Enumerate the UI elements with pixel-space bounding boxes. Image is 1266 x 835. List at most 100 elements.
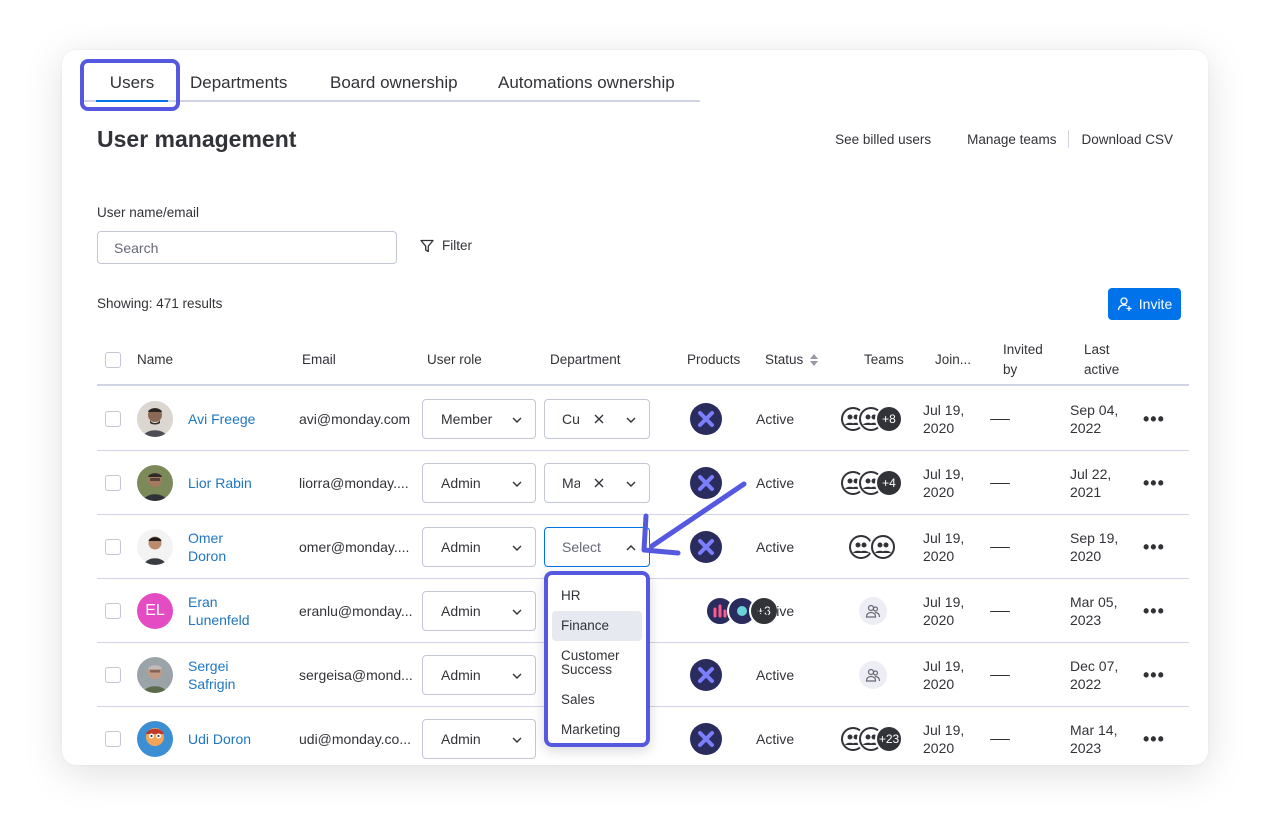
no-team-icon — [859, 597, 887, 625]
user-role-select[interactable]: Admin — [422, 719, 536, 759]
manage-teams-link[interactable]: Manage teams — [967, 132, 1056, 147]
teams-stack[interactable]: +8 — [839, 387, 903, 451]
invited-by-empty — [990, 738, 1010, 740]
avatar-initials: EL — [137, 593, 173, 629]
user-email: liorra@monday.... — [299, 475, 409, 491]
row-checkbox[interactable] — [105, 475, 121, 491]
row-checkbox[interactable] — [105, 731, 121, 747]
teams-stack[interactable]: +23 — [839, 707, 903, 765]
department-select[interactable]: Cus — [544, 399, 650, 439]
chevron-down-icon — [626, 417, 636, 423]
user-role-select[interactable]: Admin — [422, 527, 536, 567]
last-active-date: Sep 04, 2022 — [1070, 402, 1119, 436]
department-dropdown-menu: HR Finance Customer Success Sales Market… — [544, 571, 650, 747]
user-role-value: Admin — [441, 667, 481, 683]
results-count: Showing: 471 results — [97, 296, 223, 311]
invited-by-empty — [990, 482, 1010, 484]
joined-date: Jul 19, 2020 — [923, 722, 965, 756]
dropdown-option-finance[interactable]: Finance — [552, 611, 642, 641]
user-role-select[interactable]: Member — [422, 399, 536, 439]
row-checkbox[interactable] — [105, 539, 121, 555]
user-role-select[interactable]: Admin — [422, 655, 536, 695]
more-actions-icon[interactable]: ••• — [1143, 729, 1165, 750]
status-text: Active — [756, 475, 795, 491]
header-status[interactable]: Status — [765, 334, 819, 386]
search-label: User name/email — [97, 205, 200, 220]
dropdown-option-sales[interactable]: Sales — [548, 685, 646, 715]
user-role-value: Admin — [441, 731, 481, 747]
department-value: Ma — [562, 475, 580, 491]
teams-stack[interactable] — [847, 515, 897, 579]
joined-date: Jul 19, 2020 — [923, 466, 965, 500]
user-photo-icon — [137, 529, 173, 565]
header-user-role[interactable]: User role — [427, 334, 482, 386]
table-row: Avi Freege avi@monday.com Member Cus Act… — [97, 387, 1189, 451]
dropdown-option-marketing[interactable]: Marketing — [548, 715, 646, 745]
last-active-date: Dec 07, 2022 — [1070, 658, 1119, 692]
tab-board-ownership[interactable]: Board ownership — [330, 64, 458, 102]
team-count-badge: +8 — [875, 405, 903, 433]
header-links: See billed users Manage teams Download C… — [835, 130, 1173, 148]
dropdown-option-hr[interactable]: HR — [548, 581, 646, 611]
user-email: avi@monday.com — [299, 411, 411, 427]
row-checkbox[interactable] — [105, 603, 121, 619]
row-checkbox[interactable] — [105, 667, 121, 683]
user-role-select[interactable]: Admin — [422, 463, 536, 503]
product-work-management-icon — [690, 659, 722, 691]
user-name-link[interactable]: Omer Doron — [188, 529, 226, 565]
tab-automations-ownership[interactable]: Automations ownership — [498, 64, 675, 102]
select-all-checkbox[interactable] — [105, 352, 121, 368]
user-name-link[interactable]: Eran Lunenfeld — [188, 593, 250, 629]
header-products[interactable]: Products — [687, 334, 740, 386]
more-actions-icon[interactable]: ••• — [1143, 409, 1165, 430]
search-input[interactable] — [97, 231, 397, 264]
download-csv-link[interactable]: Download CSV — [1081, 132, 1173, 147]
user-name-link[interactable]: Avi Freege — [188, 410, 255, 428]
header-invited-line1: Invited — [1003, 342, 1043, 357]
tab-users[interactable]: Users — [86, 64, 178, 102]
link-divider — [1068, 130, 1070, 148]
invited-by-empty — [990, 610, 1010, 612]
teams-stack[interactable]: +4 — [839, 451, 903, 515]
header-department[interactable]: Department — [550, 334, 621, 386]
invite-label: Invite — [1138, 296, 1173, 312]
see-billed-users-link[interactable]: See billed users — [835, 132, 931, 147]
dropdown-option-customer-success[interactable]: Customer Success — [548, 641, 646, 685]
row-checkbox[interactable] — [105, 411, 121, 427]
header-joined[interactable]: Join... — [935, 334, 971, 386]
clear-icon[interactable] — [593, 413, 605, 425]
user-role-select[interactable]: Admin — [422, 591, 536, 631]
header-invited-by[interactable]: Invited by — [1003, 334, 1043, 386]
header-email[interactable]: Email — [302, 334, 336, 386]
filter-button[interactable]: Filter — [420, 238, 472, 253]
invite-button[interactable]: Invite — [1108, 288, 1181, 320]
annotation-arrow-icon — [641, 481, 747, 556]
last-active-date: Sep 19, 2020 — [1070, 530, 1119, 564]
invited-by-empty — [990, 674, 1010, 676]
user-name-link[interactable]: Udi Doron — [188, 730, 251, 748]
invited-by-empty — [990, 418, 1010, 420]
header-teams[interactable]: Teams — [864, 334, 904, 386]
header-last-active[interactable]: Last active — [1084, 334, 1119, 386]
user-name-link[interactable]: Lior Rabin — [188, 474, 252, 492]
more-actions-icon[interactable]: ••• — [1143, 601, 1165, 622]
tab-departments[interactable]: Departments — [190, 64, 287, 102]
user-photo-icon — [137, 721, 173, 757]
status-text: Active — [756, 731, 795, 747]
clear-icon[interactable] — [593, 477, 605, 489]
chevron-down-icon — [512, 673, 522, 679]
header-name[interactable]: Name — [137, 334, 173, 386]
more-actions-icon[interactable]: ••• — [1143, 665, 1165, 686]
user-management-card: Users Departments Board ownership Automa… — [62, 50, 1208, 765]
more-actions-icon[interactable]: ••• — [1143, 537, 1165, 558]
user-name-link[interactable]: Sergei Safrigin — [188, 657, 235, 693]
avatar-initials-text: EL — [145, 602, 165, 619]
user-name: Omer — [188, 530, 223, 546]
tab-active-indicator — [96, 100, 168, 102]
user-photo-icon — [137, 401, 173, 437]
user-role-value: Admin — [441, 539, 481, 555]
user-name: Sergei — [188, 658, 229, 674]
tab-users-label: Users — [109, 73, 155, 92]
more-actions-icon[interactable]: ••• — [1143, 473, 1165, 494]
user-name-line2: Lunenfeld — [188, 612, 250, 628]
